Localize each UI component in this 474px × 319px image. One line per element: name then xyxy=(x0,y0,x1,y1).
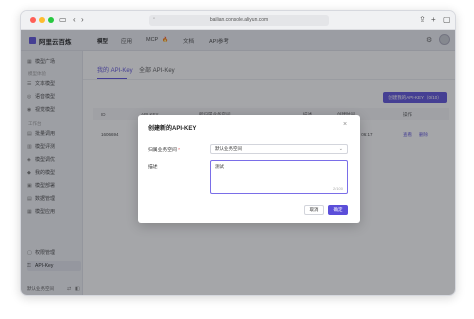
dialog-title: 创建新的API-KEY xyxy=(148,126,197,132)
browser-toolbar: ▭ ‹ › bailian.console.aliyun.com ◦ ⇪ + ▢ xyxy=(21,11,455,30)
tabs-icon[interactable]: ▢ xyxy=(443,15,451,25)
workspace-select-value: 默认业务空间 xyxy=(215,146,242,151)
cancel-button[interactable]: 取消 xyxy=(304,205,324,215)
modal-backdrop-top xyxy=(21,30,455,51)
workspace-label-text: 归属业务空间 xyxy=(148,148,177,153)
description-value: 测试 xyxy=(215,164,224,169)
new-tab-icon[interactable]: + xyxy=(431,15,436,25)
description-label: 描述 xyxy=(148,165,158,170)
chevron-down-icon: ⌄ xyxy=(338,146,343,152)
minimize-window-button[interactable] xyxy=(39,17,45,23)
address-bar[interactable]: bailian.console.aliyun.com xyxy=(149,15,329,26)
shield-icon: ◦ xyxy=(153,16,156,22)
browser-window: ▭ ‹ › bailian.console.aliyun.com ◦ ⇪ + ▢… xyxy=(20,10,456,296)
modal-backdrop-sidebar xyxy=(21,51,83,295)
sidebar-toggle-icon[interactable]: ▭ xyxy=(59,15,67,25)
back-icon[interactable]: ‹ xyxy=(73,15,76,25)
description-textarea[interactable]: 测试 2/100 xyxy=(210,160,348,194)
confirm-button[interactable]: 确定 xyxy=(328,205,348,215)
create-api-key-dialog: 创建新的API-KEY × 归属业务空间 * 默认业务空间 ⌄ 描述 测试 2/… xyxy=(138,115,360,223)
share-icon[interactable]: ⇪ xyxy=(419,15,426,25)
workspace-label: 归属业务空间 * xyxy=(148,146,180,153)
required-mark: * xyxy=(178,148,181,153)
maximize-window-button[interactable] xyxy=(48,17,54,23)
close-icon[interactable]: × xyxy=(343,121,347,128)
character-counter: 2/100 xyxy=(332,186,343,191)
forward-icon[interactable]: › xyxy=(81,15,84,25)
workspace-select[interactable]: 默认业务空间 ⌄ xyxy=(210,144,348,154)
close-window-button[interactable] xyxy=(30,17,36,23)
